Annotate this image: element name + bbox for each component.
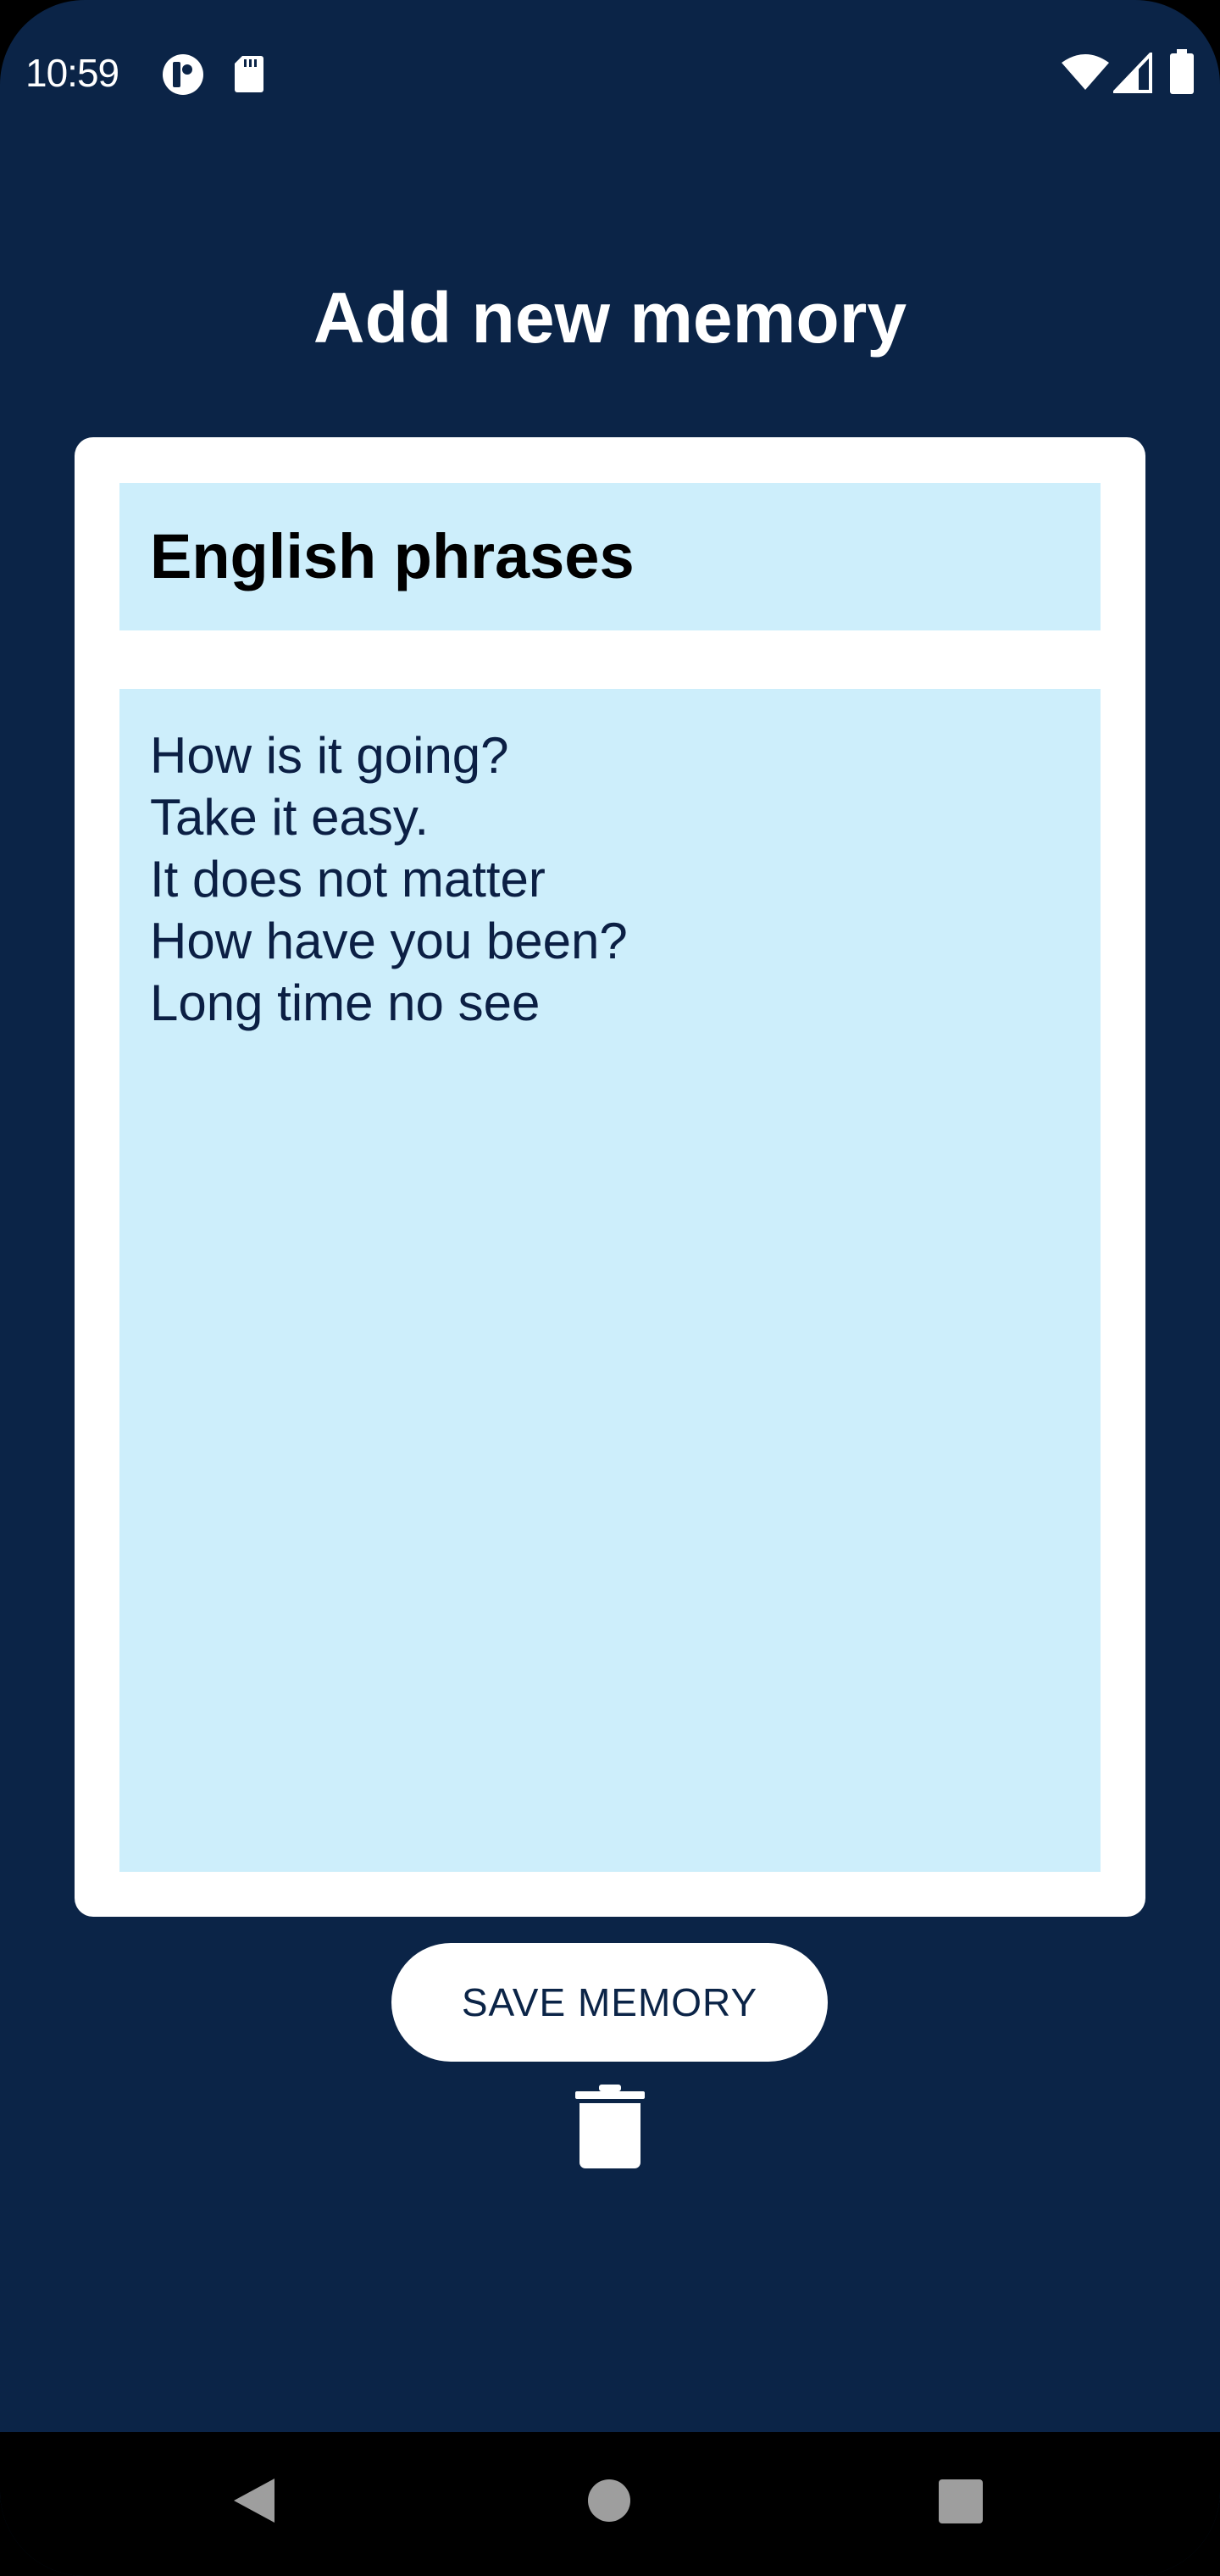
memory-body-line: Long time no see bbox=[150, 974, 541, 1031]
memory-card: English phrases How is it going? Take it… bbox=[75, 437, 1145, 1917]
trash-icon[interactable] bbox=[574, 2085, 646, 2169]
app-indicator-icon bbox=[163, 54, 203, 95]
wifi-icon bbox=[1062, 54, 1109, 90]
memory-title-input[interactable]: English phrases bbox=[119, 483, 1101, 630]
cell-signal-icon bbox=[1113, 53, 1152, 93]
memory-body-line: How have you been? bbox=[150, 913, 628, 969]
memory-body-line: Take it easy. bbox=[150, 789, 430, 846]
page-title: Add new memory bbox=[313, 278, 907, 358]
sd-card-icon bbox=[235, 56, 263, 92]
battery-icon bbox=[1170, 49, 1194, 94]
memory-body-line: How is it going? bbox=[150, 727, 509, 784]
memory-title-value: English phrases bbox=[150, 521, 635, 591]
home-icon[interactable] bbox=[586, 2478, 632, 2523]
recents-icon[interactable] bbox=[938, 2479, 984, 2524]
navigation-bar bbox=[0, 2432, 1220, 2576]
save-memory-button[interactable]: SAVE MEMORY bbox=[391, 1943, 828, 2062]
status-time: 10:59 bbox=[25, 51, 119, 95]
memory-body-line: It does not matter bbox=[150, 851, 546, 908]
status-bar: 10:59 bbox=[0, 0, 1220, 149]
app-screen: 10:59 Add new memory English phrases How… bbox=[0, 0, 1220, 2576]
back-icon[interactable] bbox=[230, 2476, 278, 2525]
memory-body-input[interactable]: How is it going? Take it easy. It does n… bbox=[119, 689, 1101, 1872]
